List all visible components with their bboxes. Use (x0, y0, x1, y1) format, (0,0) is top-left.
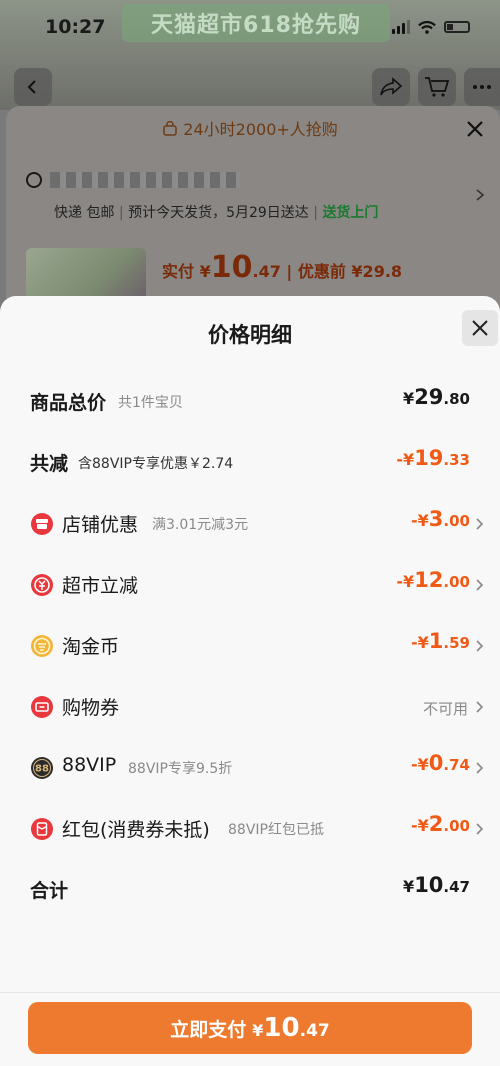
row-sub: 含88VIP专享优惠￥2.74 (78, 456, 234, 472)
pay-amount: ¥10.47 (252, 1013, 330, 1043)
vip-icon: 88 (31, 757, 53, 779)
row-store-discount[interactable]: 店铺优惠 满3.01元减3元 -¥3.00 (0, 504, 500, 544)
hot-sale-text: 24小时2000+人抢购 (183, 120, 338, 139)
status-icons (392, 20, 470, 34)
red-envelope-icon (31, 818, 53, 840)
background-close-button[interactable] (460, 114, 490, 144)
row-red-envelope[interactable]: 红包(消费券未抵) 88VIP红包已抵 -¥2.00 (0, 809, 500, 849)
row-label: 红包(消费券未抵) (62, 819, 210, 841)
location-icon (26, 172, 42, 188)
row-total-discount: 共减 含88VIP专享优惠￥2.74 -¥19.33 (0, 443, 500, 483)
row-value: -¥19.33 (396, 446, 470, 470)
row-sub: 满3.01元减3元 (152, 517, 249, 533)
row-value: ¥10.47 (403, 873, 470, 897)
status-time: 10:27 (45, 16, 106, 38)
shipping-eta: 预计今天发货，5月29日送达 (128, 205, 309, 221)
row-value: -¥1.59 (411, 629, 470, 653)
bag-icon (163, 120, 177, 136)
row-value: -¥3.00 (411, 507, 470, 531)
gold-coin-icon (31, 635, 53, 657)
address-redacted (50, 172, 240, 188)
status-bar: 10:27 (0, 0, 500, 56)
row-label: 店铺优惠 (62, 514, 139, 536)
cart-icon (425, 77, 450, 97)
chevron-right-icon (476, 518, 484, 530)
door-delivery: 送货上门 (322, 205, 379, 221)
footer-divider (0, 992, 500, 993)
more-icon (473, 85, 491, 89)
row-label: 淘金币 (62, 636, 120, 658)
before-label: 优惠前 (297, 262, 346, 281)
row-taojinbi[interactable]: 淘金币 -¥1.59 (0, 626, 500, 666)
sheet-close-button[interactable] (462, 310, 498, 346)
row-value: -¥0.74 (411, 751, 470, 775)
row-value: ¥29.80 (403, 385, 470, 409)
signal-icon (392, 20, 410, 34)
voucher-icon (31, 696, 53, 718)
row-label: 共减 (30, 453, 69, 475)
cart-button[interactable] (418, 68, 456, 106)
row-value: -¥12.00 (396, 568, 470, 592)
coin-icon (31, 574, 53, 596)
pay-label: 立即支付 (170, 1018, 247, 1041)
chevron-right-icon (476, 579, 484, 591)
row-label: 合计 (30, 880, 69, 902)
row-88vip[interactable]: 88 88VIP 88VIP专享9.5折 -¥0.74 (0, 748, 500, 788)
chevron-right-icon (476, 189, 485, 201)
back-button[interactable] (14, 68, 52, 106)
paid-dec: .47 (252, 262, 281, 281)
share-button[interactable] (372, 68, 410, 106)
chevron-right-icon (476, 823, 484, 835)
share-icon (380, 77, 403, 96)
chevron-right-icon (476, 701, 484, 713)
sheet-title: 价格明细 (208, 323, 292, 347)
row-supermarket-discount[interactable]: 超市立减 -¥12.00 (0, 565, 500, 605)
row-label: 超市立减 (62, 575, 139, 597)
row-sub: 88VIP红包已抵 (228, 822, 324, 838)
row-sub: 88VIP专享9.5折 (128, 761, 233, 777)
shipping-method: 快递 包邮 (54, 205, 115, 221)
hot-sale-banner: 24小时2000+人抢购 (0, 110, 500, 150)
row-item-total: 商品总价 共1件宝贝 ¥29.80 (0, 382, 500, 422)
row-sub: 共1件宝贝 (118, 395, 183, 411)
before-value: ¥29.8 (351, 262, 403, 281)
more-button[interactable] (464, 68, 500, 106)
chevron-right-icon (476, 762, 484, 774)
close-icon (467, 121, 483, 137)
row-value: -¥2.00 (411, 812, 470, 836)
pay-now-button[interactable]: 立即支付 ¥10.47 (28, 1002, 472, 1054)
paid-label: 实付 (162, 262, 195, 281)
store-icon (31, 513, 53, 535)
svg-text:88: 88 (35, 764, 49, 775)
wifi-icon (418, 20, 436, 34)
background-price: 实付 ¥10.47 | 优惠前 ¥29.8 (162, 250, 403, 285)
row-label: 商品总价 (30, 392, 107, 414)
battery-icon (444, 21, 470, 33)
chevron-right-icon (476, 640, 484, 652)
paid-currency: ¥ (199, 262, 211, 281)
not-available-text: 不可用 (422, 700, 468, 718)
row-label: 购物券 (62, 697, 120, 719)
shipping-info: 快递 包邮 | 预计今天发货，5月29日送达 | 送货上门 (54, 205, 379, 221)
paid-int: 10 (210, 250, 253, 285)
row-grand-total: 合计 ¥10.47 (0, 870, 500, 910)
row-shopping-voucher[interactable]: 购物券 不可用 (0, 687, 500, 727)
row-label: 88VIP (62, 754, 117, 776)
close-icon (472, 320, 488, 336)
chevron-left-icon (27, 80, 36, 94)
